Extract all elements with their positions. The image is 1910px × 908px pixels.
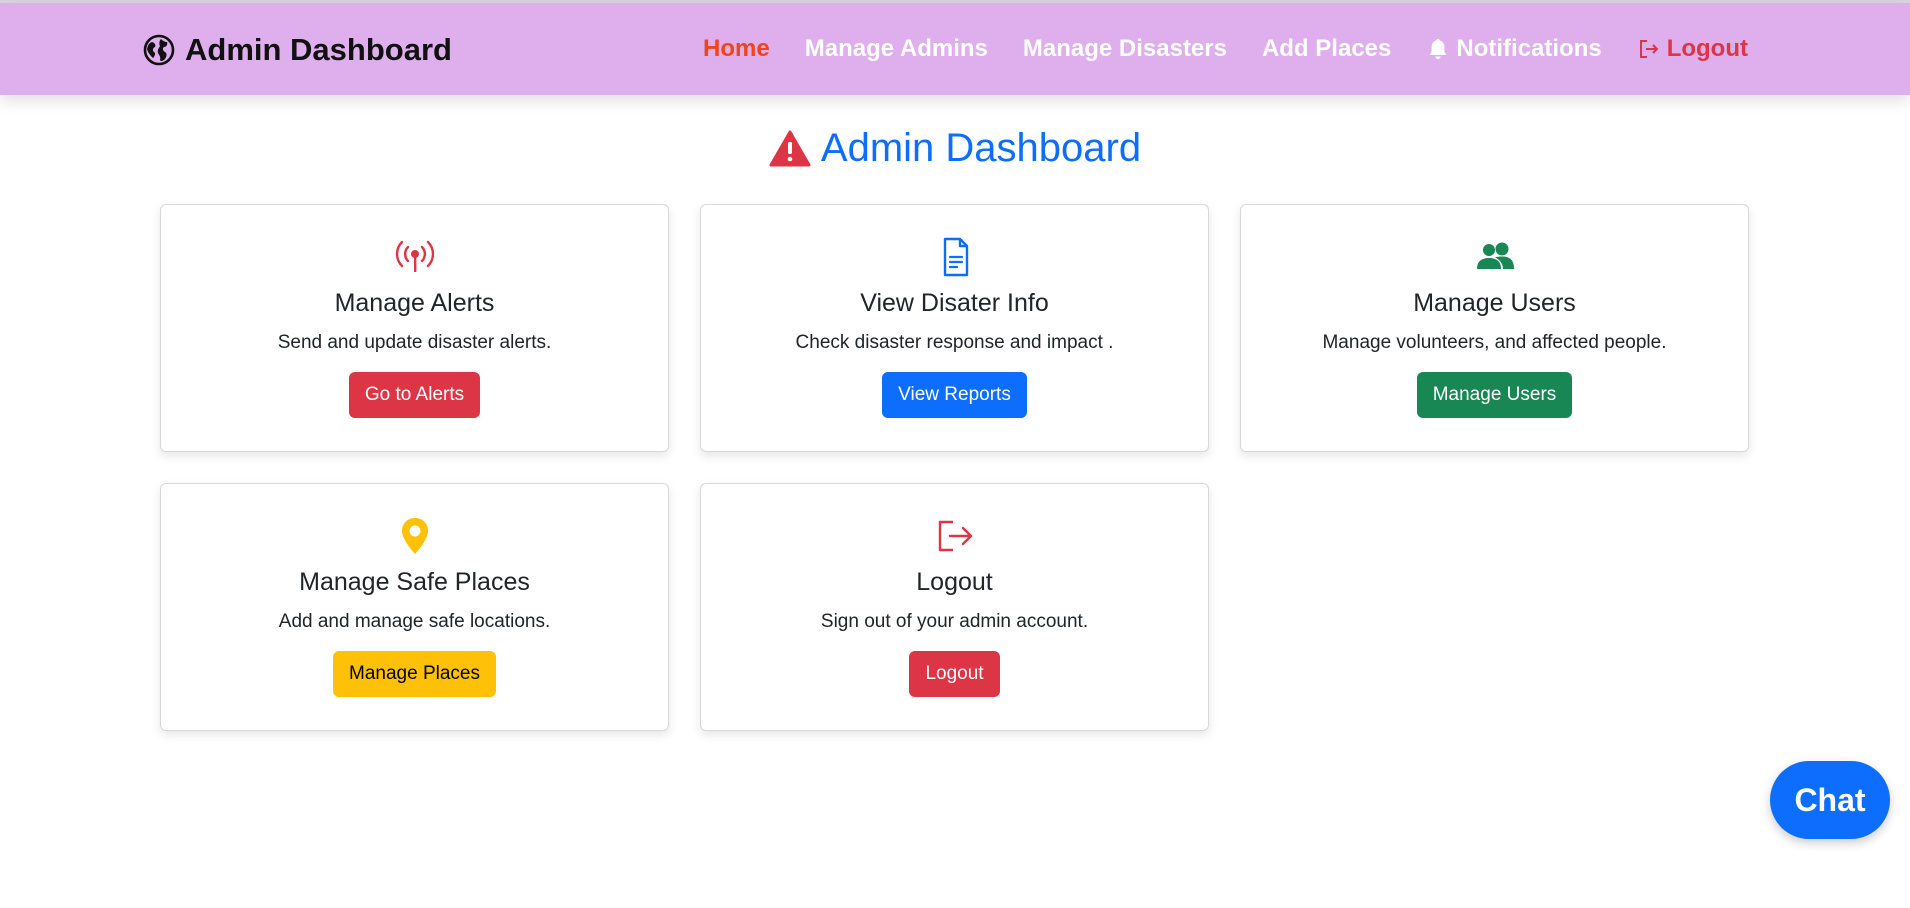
card-title: Manage Alerts <box>334 289 495 317</box>
chat-button[interactable]: Chat <box>1770 761 1890 839</box>
page-title: Admin Dashboard <box>0 126 1910 171</box>
manage-users-button[interactable]: Manage Users <box>1416 372 1573 418</box>
logout-button[interactable]: Logout <box>909 651 1000 697</box>
card-text: Check disaster response and impact . <box>795 332 1114 353</box>
go-to-alerts-button[interactable]: Go to Alerts <box>348 372 481 418</box>
view-reports-button[interactable]: View Reports <box>882 372 1027 418</box>
card-manage-safe-places: Manage Safe Places Add and manage safe l… <box>160 483 669 731</box>
card-title: Logout <box>916 568 993 596</box>
card-view-disaster-info: View Disater Info Check disaster respons… <box>700 204 1209 452</box>
card-title: Manage Safe Places <box>299 568 530 596</box>
nav-notifications[interactable]: Notifications <box>1426 35 1602 63</box>
nav-manage-admins[interactable]: Manage Admins <box>805 35 988 63</box>
nav-links: Home Manage Admins Manage Disasters Add … <box>703 3 1748 95</box>
navbar: Admin Dashboard Home Manage Admins Manag… <box>0 3 1910 95</box>
manage-places-button[interactable]: Manage Places <box>333 651 496 697</box>
bell-icon <box>1429 39 1447 59</box>
card-text: Add and manage safe locations. <box>278 611 551 632</box>
card-logout: Logout Sign out of your admin account. L… <box>700 483 1209 731</box>
card-title: View Disater Info <box>860 289 1049 317</box>
nav-logout[interactable]: Logout <box>1637 35 1748 63</box>
brand-title: Admin Dashboard <box>185 32 452 67</box>
brand-link[interactable]: Admin Dashboard <box>143 32 452 68</box>
card-text: Send and update disaster alerts. <box>277 332 552 353</box>
globe-icon <box>143 34 175 66</box>
card-title: Manage Users <box>1413 289 1576 317</box>
nav-add-places[interactable]: Add Places <box>1262 35 1391 63</box>
nav-home[interactable]: Home <box>703 35 770 63</box>
map-pin-icon <box>401 518 428 554</box>
card-text: Manage volunteers, and affected people. <box>1322 332 1667 353</box>
card-manage-users: Manage Users Manage volunteers, and affe… <box>1240 204 1749 452</box>
card-manage-alerts: Manage Alerts Send and update disaster a… <box>160 204 669 452</box>
document-icon <box>943 237 968 277</box>
warning-triangle-icon <box>769 130 811 166</box>
nav-manage-disasters[interactable]: Manage Disasters <box>1023 35 1227 63</box>
logout-icon <box>938 520 972 552</box>
users-icon <box>1476 242 1514 269</box>
broadcast-icon <box>395 240 434 272</box>
card-text: Sign out of your admin account. <box>820 611 1089 632</box>
logout-icon <box>1639 40 1659 58</box>
